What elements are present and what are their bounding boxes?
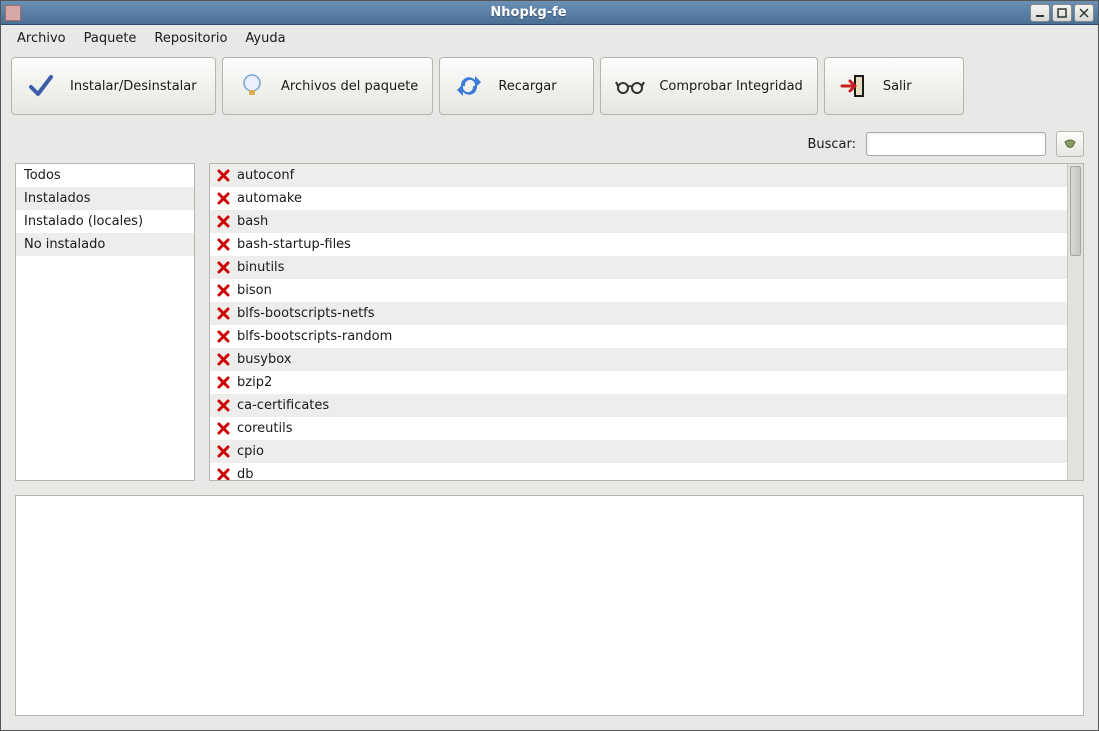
not-installed-icon <box>216 191 231 206</box>
app-icon <box>5 5 21 21</box>
files-label: Archivos del paquete <box>281 79 418 94</box>
toolbar: Instalar/Desinstalar Archivos del paquet… <box>1 51 1098 125</box>
not-installed-icon <box>216 375 231 390</box>
sidebar-item-label: Instalado (locales) <box>24 214 143 229</box>
maximize-icon <box>1057 8 1067 18</box>
package-row[interactable]: cpio <box>210 440 1067 463</box>
package-name: automake <box>237 191 302 206</box>
not-installed-icon <box>216 168 231 183</box>
not-installed-icon <box>216 467 231 480</box>
clear-search-button[interactable] <box>1056 131 1084 157</box>
package-name: bash <box>237 214 268 229</box>
package-name: blfs-bootscripts-netfs <box>237 306 375 321</box>
package-name: autoconf <box>237 168 294 183</box>
menu-paquete[interactable]: Paquete <box>76 28 145 49</box>
not-installed-icon <box>216 398 231 413</box>
not-installed-icon <box>216 329 231 344</box>
install-uninstall-button[interactable]: Instalar/Desinstalar <box>11 57 216 115</box>
package-name: coreutils <box>237 421 293 436</box>
install-label: Instalar/Desinstalar <box>70 79 197 94</box>
glasses-icon <box>615 71 645 101</box>
not-installed-icon <box>216 260 231 275</box>
checkmark-icon <box>26 71 56 101</box>
app-window: Nhopkg-fe Archivo Paquete Repositorio Ay… <box>0 0 1099 731</box>
clear-icon <box>1062 136 1078 152</box>
sidebar-item-todos[interactable]: Todos <box>16 164 194 187</box>
menubar: Archivo Paquete Repositorio Ayuda <box>1 25 1098 51</box>
refresh-icon <box>454 71 484 101</box>
menu-archivo[interactable]: Archivo <box>9 28 74 49</box>
package-files-button[interactable]: Archivos del paquete <box>222 57 433 115</box>
package-name: busybox <box>237 352 291 367</box>
package-name: blfs-bootscripts-random <box>237 329 392 344</box>
titlebar: Nhopkg-fe <box>1 1 1098 25</box>
search-label: Buscar: <box>807 137 856 152</box>
package-name: binutils <box>237 260 284 275</box>
sidebar-item-instalados[interactable]: Instalados <box>16 187 194 210</box>
maximize-button[interactable] <box>1052 4 1072 22</box>
filter-sidebar: Todos Instalados Instalado (locales) No … <box>15 163 195 481</box>
search-input[interactable] <box>866 132 1046 156</box>
sidebar-item-instalado-locales[interactable]: Instalado (locales) <box>16 210 194 233</box>
not-installed-icon <box>216 306 231 321</box>
package-name: bison <box>237 283 272 298</box>
package-name: db <box>237 467 254 480</box>
package-row[interactable]: ca-certificates <box>210 394 1067 417</box>
sidebar-item-label: Todos <box>24 168 61 183</box>
lightbulb-icon <box>237 71 267 101</box>
package-list-wrap: autoconf automake bash bash-startup-files bi… <box>209 163 1084 481</box>
minimize-button[interactable] <box>1030 4 1050 22</box>
menu-ayuda[interactable]: Ayuda <box>237 28 293 49</box>
package-scrollbar[interactable] <box>1067 164 1083 480</box>
window-title: Nhopkg-fe <box>27 5 1030 20</box>
minimize-icon <box>1035 8 1045 18</box>
check-integrity-button[interactable]: Comprobar Integridad <box>600 57 818 115</box>
not-installed-icon <box>216 352 231 367</box>
package-row[interactable]: automake <box>210 187 1067 210</box>
package-row[interactable]: busybox <box>210 348 1067 371</box>
window-controls <box>1030 4 1094 22</box>
package-name: cpio <box>237 444 264 459</box>
package-row[interactable]: bash-startup-files <box>210 233 1067 256</box>
not-installed-icon <box>216 444 231 459</box>
searchbar: Buscar: <box>1 125 1098 163</box>
package-list[interactable]: autoconf automake bash bash-startup-files bi… <box>210 164 1067 480</box>
reload-label: Recargar <box>498 79 556 94</box>
exit-icon <box>839 71 869 101</box>
sidebar-item-no-instalado[interactable]: No instalado <box>16 233 194 256</box>
close-button[interactable] <box>1074 4 1094 22</box>
package-row[interactable]: autoconf <box>210 164 1067 187</box>
package-row[interactable]: bzip2 <box>210 371 1067 394</box>
package-row[interactable]: bison <box>210 279 1067 302</box>
package-row[interactable]: blfs-bootscripts-random <box>210 325 1067 348</box>
sidebar-item-label: No instalado <box>24 237 105 252</box>
package-row[interactable]: blfs-bootscripts-netfs <box>210 302 1067 325</box>
package-row[interactable]: coreutils <box>210 417 1067 440</box>
sidebar-item-label: Instalados <box>24 191 90 206</box>
package-row[interactable]: db <box>210 463 1067 480</box>
package-name: bzip2 <box>237 375 272 390</box>
not-installed-icon <box>216 214 231 229</box>
main-area: Todos Instalados Instalado (locales) No … <box>1 163 1098 730</box>
not-installed-icon <box>216 237 231 252</box>
menu-repositorio[interactable]: Repositorio <box>146 28 235 49</box>
package-name: ca-certificates <box>237 398 329 413</box>
exit-button[interactable]: Salir <box>824 57 964 115</box>
integrity-label: Comprobar Integridad <box>659 79 803 94</box>
package-row[interactable]: bash <box>210 210 1067 233</box>
package-name: bash-startup-files <box>237 237 351 252</box>
exit-label: Salir <box>883 79 912 94</box>
reload-button[interactable]: Recargar <box>439 57 594 115</box>
close-icon <box>1079 8 1089 18</box>
package-row[interactable]: binutils <box>210 256 1067 279</box>
not-installed-icon <box>216 421 231 436</box>
upper-pane: Todos Instalados Instalado (locales) No … <box>15 163 1084 481</box>
not-installed-icon <box>216 283 231 298</box>
scroll-thumb[interactable] <box>1070 166 1081 256</box>
detail-pane <box>15 495 1084 716</box>
